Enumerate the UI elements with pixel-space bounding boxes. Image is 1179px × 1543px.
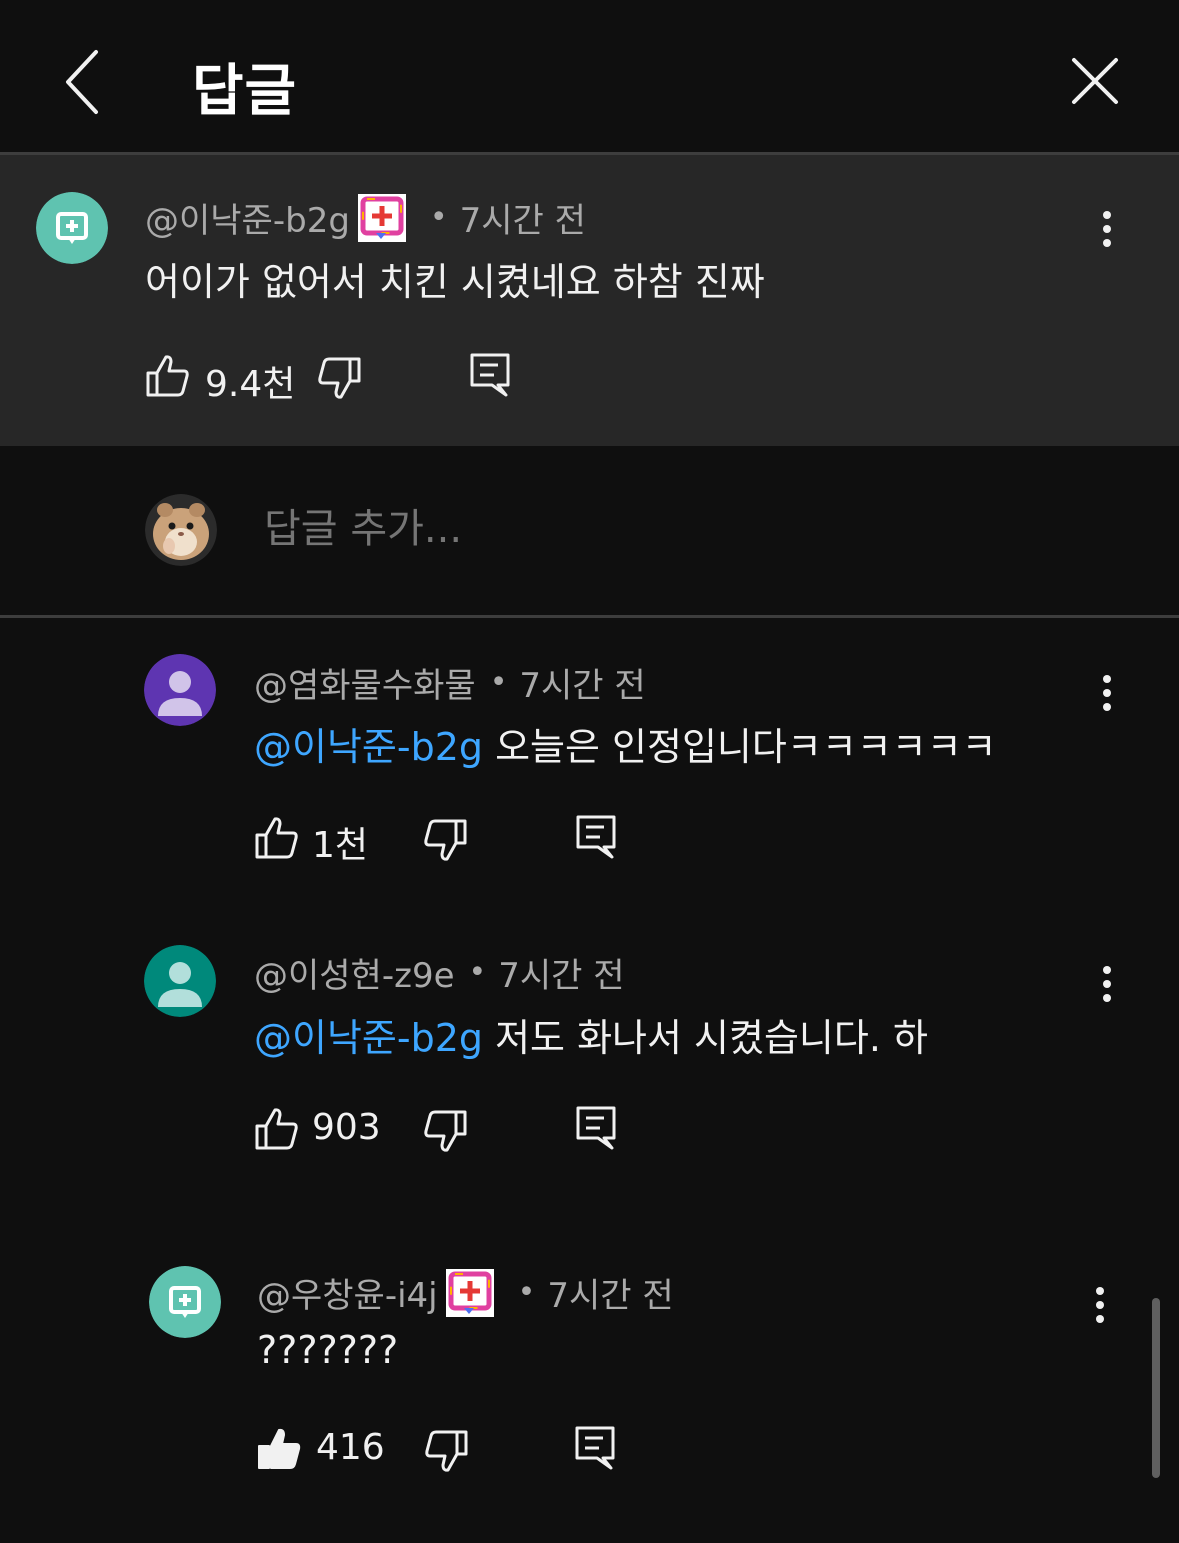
back-button[interactable] xyxy=(56,44,112,120)
scrollbar[interactable] xyxy=(1152,1298,1160,1478)
comment-time: 7시간 전 xyxy=(547,1276,674,1316)
more-vert-icon xyxy=(1103,966,1111,1002)
thumbs-up-icon xyxy=(146,355,189,397)
mention-link[interactable]: @이낙준-b2g xyxy=(254,725,483,769)
page-title: 답글 xyxy=(192,59,298,124)
thumbs-down-icon xyxy=(424,819,467,861)
comment-icon xyxy=(576,815,616,859)
avatar[interactable] xyxy=(149,1266,221,1338)
reply-button[interactable] xyxy=(468,351,512,403)
comment-icon xyxy=(576,1106,616,1150)
parent-comment: @이낙준-b2g • 7시간 전 어이가 없어서 치킨 시켰네요 하참 진짜 9… xyxy=(0,155,1179,446)
comment-meta: @우창윤-i4j • 7시간 전 xyxy=(257,1268,674,1317)
like-count: 416 xyxy=(316,1427,385,1468)
my-avatar xyxy=(145,494,217,566)
thumbs-down-icon xyxy=(425,1430,468,1472)
comment-time: 7시간 전 xyxy=(498,956,625,996)
hamster-avatar-icon xyxy=(145,494,217,566)
separator-dot: • xyxy=(468,955,487,990)
member-badge-icon xyxy=(357,193,406,242)
comment-time: 7시간 전 xyxy=(459,201,586,241)
thumbs-down-icon xyxy=(318,357,361,399)
like-count: 1천 xyxy=(312,825,369,866)
author-name[interactable]: @이성현-z9e xyxy=(254,948,455,997)
avatar[interactable] xyxy=(144,945,216,1017)
comment-text: 어이가 없어서 치킨 시켰네요 하참 진짜 xyxy=(145,260,765,304)
avatar[interactable] xyxy=(36,192,108,264)
comment-meta: @이성현-z9e • 7시간 전 xyxy=(254,948,625,997)
thumbs-up-filled-icon xyxy=(258,1428,301,1469)
thumbs-down-icon xyxy=(424,1110,467,1152)
comment-text: ??????? xyxy=(257,1328,399,1372)
like-button[interactable] xyxy=(257,1426,303,1476)
reply-input[interactable] xyxy=(264,506,964,552)
comment-icon xyxy=(575,1426,615,1470)
replies-panel: 답글 @이낙준-b2g • 7시간 전 어이가 없어서 치킨 시켰네요 하참 진… xyxy=(0,0,1179,1543)
more-options-button[interactable] xyxy=(1092,207,1122,257)
dislike-button[interactable] xyxy=(423,1428,469,1478)
more-vert-icon xyxy=(1103,675,1111,711)
separator-dot: • xyxy=(517,1275,536,1310)
like-count: 9.4천 xyxy=(205,364,296,405)
more-vert-icon xyxy=(1103,211,1111,247)
comment-meta: @염화물수화물 • 7시간 전 xyxy=(254,658,646,707)
author-name[interactable]: @이낙준-b2g xyxy=(145,193,350,242)
member-badge-icon xyxy=(445,1268,494,1317)
comment-text: @이낙준-b2g 저도 화나서 시켰습니다. 하 xyxy=(254,1007,928,1062)
thumbs-up-icon xyxy=(255,817,298,859)
dislike-button[interactable] xyxy=(422,817,468,867)
more-options-button[interactable] xyxy=(1092,962,1122,1012)
header: 답글 xyxy=(0,0,1179,153)
comment-meta: @이낙준-b2g • 7시간 전 xyxy=(145,193,586,242)
divider xyxy=(0,615,1179,618)
reply-button[interactable] xyxy=(574,1104,618,1156)
like-button[interactable] xyxy=(254,1106,300,1156)
reply-body: 오늘은 인정입니다ㅋㅋㅋㅋㅋㅋ xyxy=(483,725,997,769)
more-options-button[interactable] xyxy=(1085,1283,1115,1333)
separator-dot: • xyxy=(429,200,448,235)
mention-link[interactable]: @이낙준-b2g xyxy=(254,1016,483,1060)
like-button[interactable] xyxy=(254,815,300,865)
more-vert-icon xyxy=(1096,1287,1104,1323)
chevron-left-icon xyxy=(66,50,98,114)
more-options-button[interactable] xyxy=(1092,671,1122,721)
reply-button[interactable] xyxy=(573,1424,617,1476)
avatar[interactable] xyxy=(144,654,216,726)
dislike-button[interactable] xyxy=(316,355,362,405)
dislike-button[interactable] xyxy=(422,1108,468,1158)
like-count: 903 xyxy=(312,1107,381,1148)
reply-body: 저도 화나서 시켰습니다. 하 xyxy=(483,1016,928,1060)
close-icon xyxy=(1072,58,1118,104)
author-name[interactable]: @염화물수화물 xyxy=(254,658,476,707)
comment-icon xyxy=(470,353,510,397)
like-button[interactable] xyxy=(145,353,191,403)
reply-button[interactable] xyxy=(574,813,618,865)
author-name[interactable]: @우창윤-i4j xyxy=(257,1268,438,1317)
comment-time: 7시간 전 xyxy=(519,666,646,706)
thumbs-up-icon xyxy=(255,1108,298,1150)
separator-dot: • xyxy=(489,665,508,700)
comment-text: @이낙준-b2g 오늘은 인정입니다ㅋㅋㅋㅋㅋㅋ xyxy=(254,716,997,771)
close-button[interactable] xyxy=(1064,52,1124,112)
